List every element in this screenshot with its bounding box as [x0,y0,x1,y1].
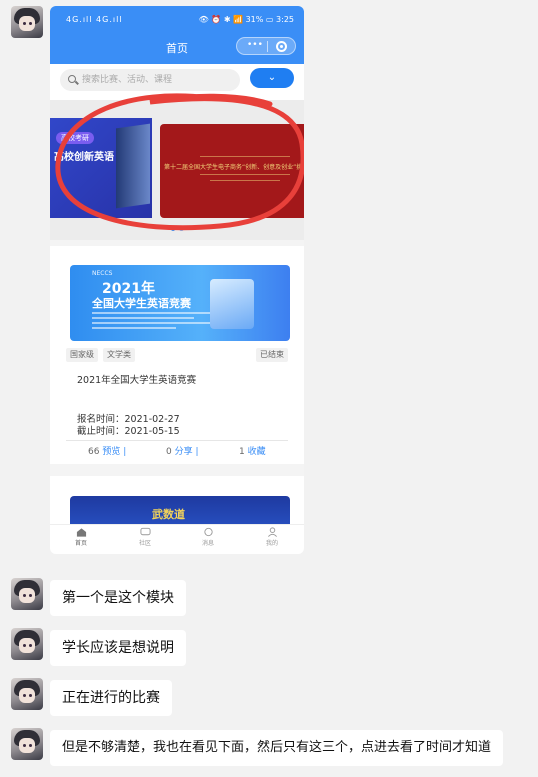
message-bubble[interactable]: 正在进行的比赛 [50,680,172,716]
chat-icon [139,527,151,536]
deadline-time: 截止时间：2021-05-15 [77,426,180,437]
status-icons: 👁 ⏰ ✱ 📶 [198,15,244,24]
nav-bar: 首页 ••• [50,36,304,64]
status-bar: 4G.ıll 4G.ıll 👁 ⏰ ✱ 📶 31% ▭ 3:25 [50,6,304,36]
search-icon [68,75,76,83]
screenshot-image[interactable]: 4G.ıll 4G.ıll 👁 ⏰ ✱ 📶 31% ▭ 3:25 首页 ••• … [50,6,304,554]
share-count[interactable]: 0 分享 | [166,444,199,457]
poster-details [92,312,212,332]
filter-dropdown-button[interactable]: ⌄ [250,68,294,88]
tab-community[interactable]: 社区 [125,527,165,547]
banner-carousel[interactable]: 高校考研 高校创新英语 第十二届全国大学生电子商务“创新、创意及创业”挑战赛 ●… [50,100,304,240]
avatar[interactable] [11,578,43,610]
more-icon[interactable]: ••• [247,40,263,50]
avatar[interactable] [11,6,43,38]
signal-indicator: 4G.ıll 4G.ıll [66,15,123,24]
slide-tag: 高校考研 [56,132,94,144]
tab-profile[interactable]: 我的 [252,527,292,547]
competition-title: 2021年全国大学生英语竞赛 [77,375,197,386]
tab-bar: 首页 社区 消息 我的 [50,524,304,554]
avatar[interactable] [11,628,43,660]
close-target-icon[interactable] [276,41,287,52]
miniapp-capsule[interactable]: ••• [236,37,296,55]
message-bubble[interactable]: 学长应该是想说明 [50,630,186,666]
message-icon [203,527,213,537]
level-tag: 国家级 [66,348,98,362]
message-bubble[interactable]: 第一个是这个模块 [50,580,186,616]
banner-slide-2[interactable]: 第十二届全国大学生电子商务“创新、创意及创业”挑战赛 [160,124,304,218]
chevron-down-icon: ⌄ [267,72,277,83]
favorite-count[interactable]: 1 收藏 [239,444,266,457]
ai-graphic [210,279,254,329]
status-badge: 已结束 [256,348,288,362]
category-tag: 文学类 [103,348,135,362]
tab-messages[interactable]: 消息 [188,527,228,547]
poster-title: 武数道 [152,508,185,521]
slide-title: 高校创新英语 [54,152,114,163]
battery-level: 31% [245,15,264,24]
divider [66,440,288,441]
tab-home[interactable]: 首页 [61,527,101,547]
book-graphic [116,123,150,209]
avatar[interactable] [11,678,43,710]
search-row: 搜索比赛、活动、课程 ⌄ [50,64,304,100]
search-input[interactable]: 搜索比赛、活动、课程 [60,69,240,91]
tag-row: 国家级 文学类 已结束 [66,348,288,362]
poster-title: 全国大学生英语竞赛 [92,297,191,310]
poster-brand: NECCS [92,270,113,277]
message-bubble[interactable]: 但是不够清楚，我也在看见下面，然后只有这三个，点进去看了时间才知道 [50,730,504,766]
clock: 3:25 [276,15,294,24]
slide-title: 第十二届全国大学生电子商务“创新、创意及创业”挑战赛 [164,164,304,171]
home-icon [76,528,86,537]
search-placeholder: 搜索比赛、活动、课程 [82,75,173,85]
battery-icon: ▭ [265,15,274,24]
user-icon [267,527,277,537]
status-right: 👁 ⏰ ✱ 📶 31% ▭ 3:25 [199,15,294,24]
avatar[interactable] [11,728,43,760]
competition-card[interactable]: NECCS 2021年 全国大学生英语竞赛 国家级 文学类 已结束 2021年全… [50,246,304,464]
carousel-dots: ● ○ [170,224,185,232]
banner-slide-1[interactable]: 高校考研 高校创新英语 [50,118,152,218]
competition-poster[interactable]: NECCS 2021年 全国大学生英语竞赛 [70,265,290,341]
preview-count[interactable]: 66 预览 | [88,444,126,457]
